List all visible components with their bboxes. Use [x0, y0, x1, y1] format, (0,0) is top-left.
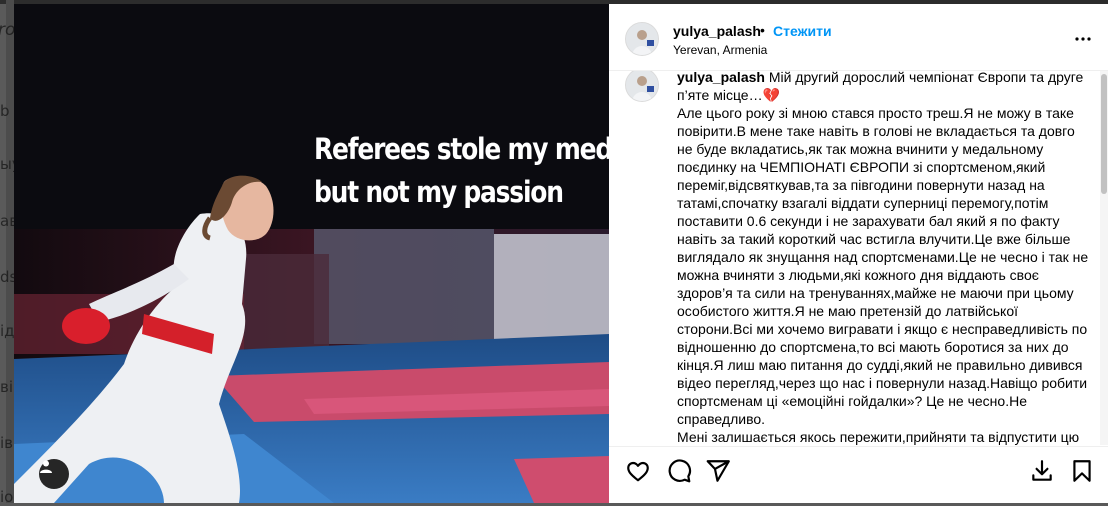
user-icon [40, 460, 52, 473]
tagged-users-button[interactable] [39, 459, 69, 489]
image-headline: Referees stole my medal but not my passi… [314, 128, 609, 214]
post-location[interactable]: Yerevan, Armenia [673, 43, 767, 57]
background-scrollbar [6, 0, 14, 503]
caption-body: Але цього року зі мною стався просто тре… [677, 105, 1089, 427]
download-button[interactable] [1029, 458, 1055, 484]
bookmark-icon [1073, 460, 1091, 482]
heart-icon [627, 461, 649, 482]
avatar-image [626, 71, 658, 101]
post-side-panel: yulya_palash • Стежити Yerevan, Armenia … [609, 4, 1108, 503]
more-options-button[interactable] [1071, 27, 1095, 51]
comment-icon [668, 459, 692, 483]
follow-button[interactable]: Стежити [773, 23, 832, 39]
background-text: ів [0, 434, 14, 452]
post-header: yulya_palash • Стежити Yerevan, Armenia [609, 4, 1108, 71]
headline-line: but not my passion [314, 175, 564, 209]
comment-button[interactable] [666, 458, 692, 484]
comments-scrollbar-thumb[interactable] [1101, 74, 1107, 194]
background-text: b [0, 102, 10, 120]
post-photo [14, 4, 609, 503]
avatar[interactable] [625, 22, 659, 56]
separator-dot: • [760, 22, 765, 38]
author-username[interactable]: yulya_palash [673, 23, 761, 39]
caption-username[interactable]: yulya_palash [677, 71, 765, 85]
download-icon [1032, 460, 1052, 481]
avatar-image [626, 23, 658, 55]
like-button[interactable] [625, 458, 651, 484]
post-caption: yulya_palash Мій другий дорослий чемпіон… [677, 71, 1089, 445]
share-button[interactable] [705, 458, 731, 484]
background-text: іо [0, 488, 14, 506]
more-icon [1075, 37, 1091, 41]
post-actions [609, 446, 1108, 503]
background-text: ід [0, 322, 15, 340]
post-media[interactable]: Referees stole my medal but not my passi… [14, 4, 609, 503]
background-text: ві [0, 378, 14, 396]
comments-section[interactable]: yulya_palash Мій другий дорослий чемпіон… [609, 71, 1108, 445]
headline-line: Referees stole my medal [314, 132, 609, 166]
avatar[interactable] [625, 71, 659, 102]
share-icon [706, 460, 730, 482]
caption-body-last: Мені залишається якось пережити,прийняти… [677, 429, 1080, 445]
save-button[interactable] [1069, 458, 1095, 484]
